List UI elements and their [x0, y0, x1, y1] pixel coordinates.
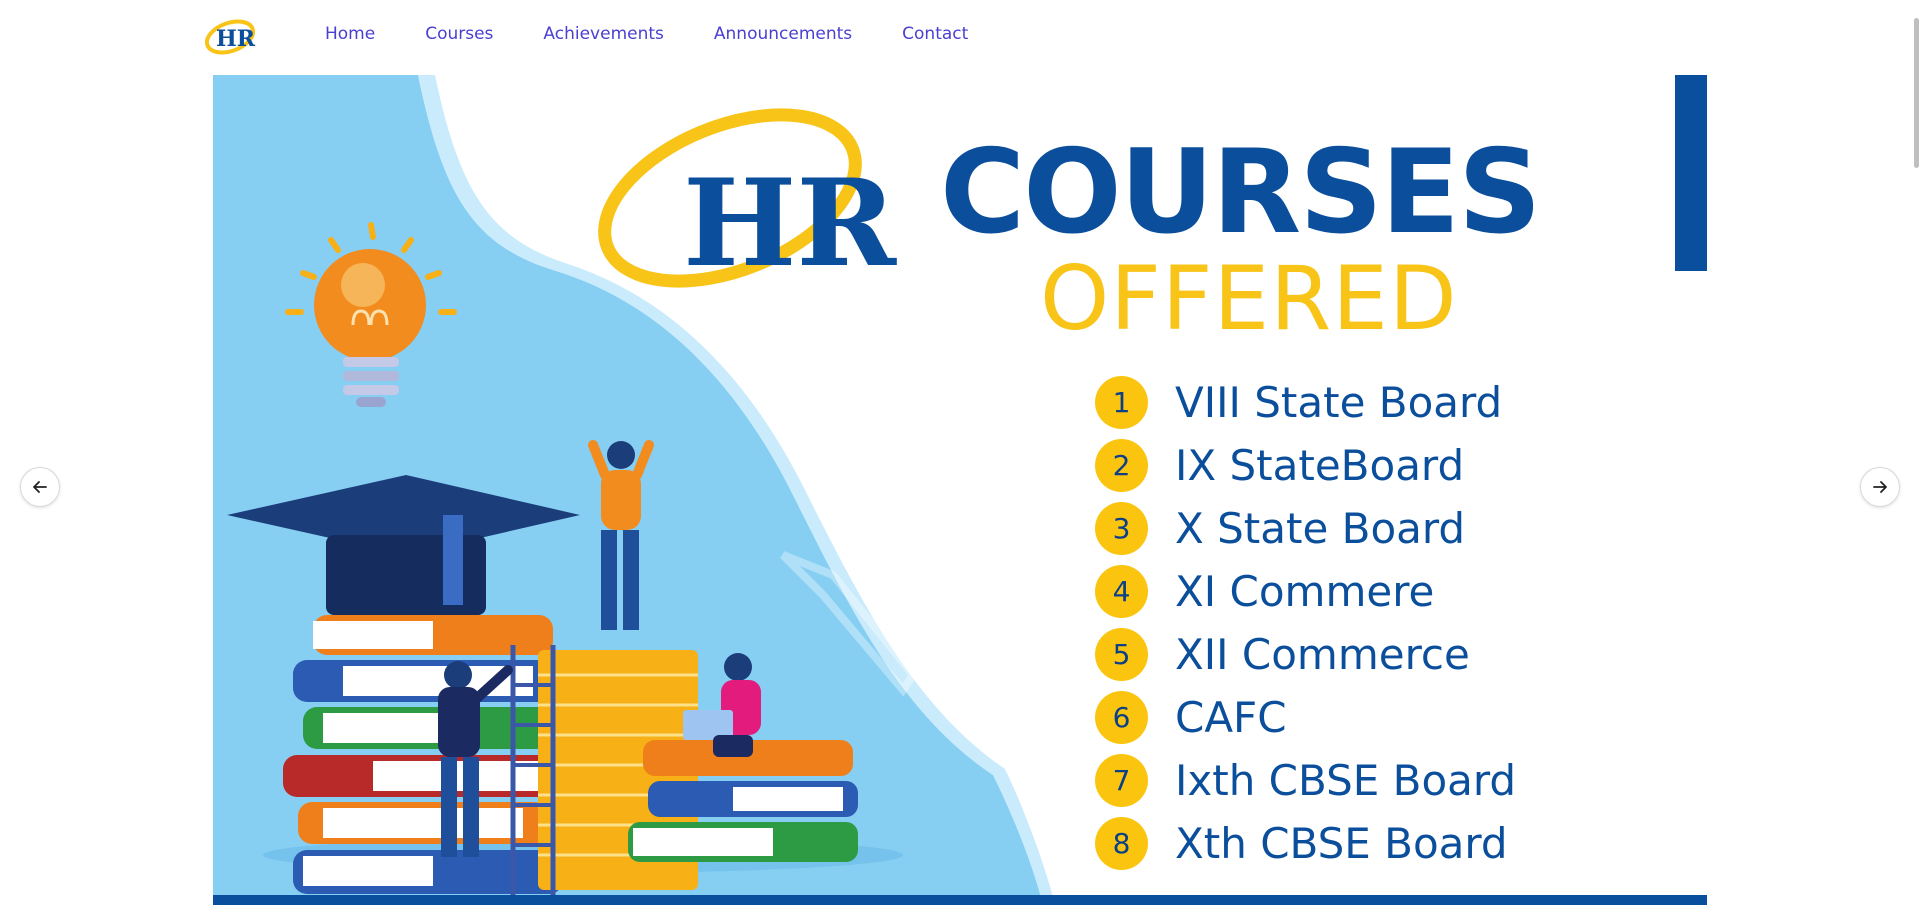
banner-title: COURSES	[940, 125, 1542, 260]
course-item: 1 VIII State Board	[1095, 371, 1516, 434]
course-name: Xth CBSE Board	[1175, 819, 1508, 868]
course-number-badge: 1	[1095, 376, 1148, 429]
course-name: IX StateBoard	[1175, 441, 1465, 490]
course-name: X State Board	[1175, 504, 1466, 553]
course-item: 5 XII Commerce	[1095, 623, 1516, 686]
nav-link-courses[interactable]: Courses	[425, 24, 493, 44]
brand-logo[interactable]: HR	[204, 14, 256, 60]
nav-link-contact[interactable]: Contact	[902, 24, 968, 44]
nav-link-announcements[interactable]: Announcements	[714, 24, 852, 44]
course-number-badge: 5	[1095, 628, 1148, 681]
course-number-badge: 4	[1095, 565, 1148, 618]
course-name: XII Commerce	[1175, 630, 1470, 679]
course-item: 8 Xth CBSE Board	[1095, 812, 1516, 875]
course-list: 1 VIII State Board 2 IX StateBoard 3 X S…	[1095, 371, 1516, 875]
course-number-badge: 6	[1095, 691, 1148, 744]
hero-slide: HR COURSES OFFERED 1 VIII State Board 2 …	[213, 75, 1707, 905]
arrow-left-icon	[33, 481, 47, 493]
page-scrollbar-thumb[interactable]	[1914, 18, 1919, 168]
course-item: 6 CAFC	[1095, 686, 1516, 749]
banner-accent-bar	[1675, 75, 1707, 271]
nav-menu: Home Courses Achievements Announcements …	[325, 24, 1018, 44]
course-item: 7 Ixth CBSE Board	[1095, 749, 1516, 812]
nav-link-achievements[interactable]: Achievements	[543, 24, 663, 44]
svg-text:HR: HR	[683, 153, 897, 294]
course-name: CAFC	[1175, 693, 1287, 742]
carousel-next-button[interactable]	[1860, 467, 1900, 507]
book-stack-right-illustration	[628, 740, 858, 862]
course-number-badge: 8	[1095, 817, 1148, 870]
course-name: VIII State Board	[1175, 378, 1503, 427]
course-number-badge: 7	[1095, 754, 1148, 807]
course-number-badge: 3	[1095, 502, 1148, 555]
course-item: 3 X State Board	[1095, 497, 1516, 560]
carousel-prev-button[interactable]	[20, 467, 60, 507]
navbar: HR Home Courses Achievements Announcemen…	[0, 0, 1920, 75]
banner-subtitle: OFFERED	[1040, 247, 1458, 350]
course-number-badge: 2	[1095, 439, 1148, 492]
arrow-right-icon	[1873, 481, 1887, 493]
course-item: 4 XI Commere	[1095, 560, 1516, 623]
course-item: 2 IX StateBoard	[1095, 434, 1516, 497]
nav-link-home[interactable]: Home	[325, 24, 375, 44]
svg-text:HR: HR	[216, 26, 256, 52]
banner-bottom-bar	[213, 895, 1707, 905]
course-name: XI Commere	[1175, 567, 1435, 616]
course-name: Ixth CBSE Board	[1175, 756, 1517, 805]
